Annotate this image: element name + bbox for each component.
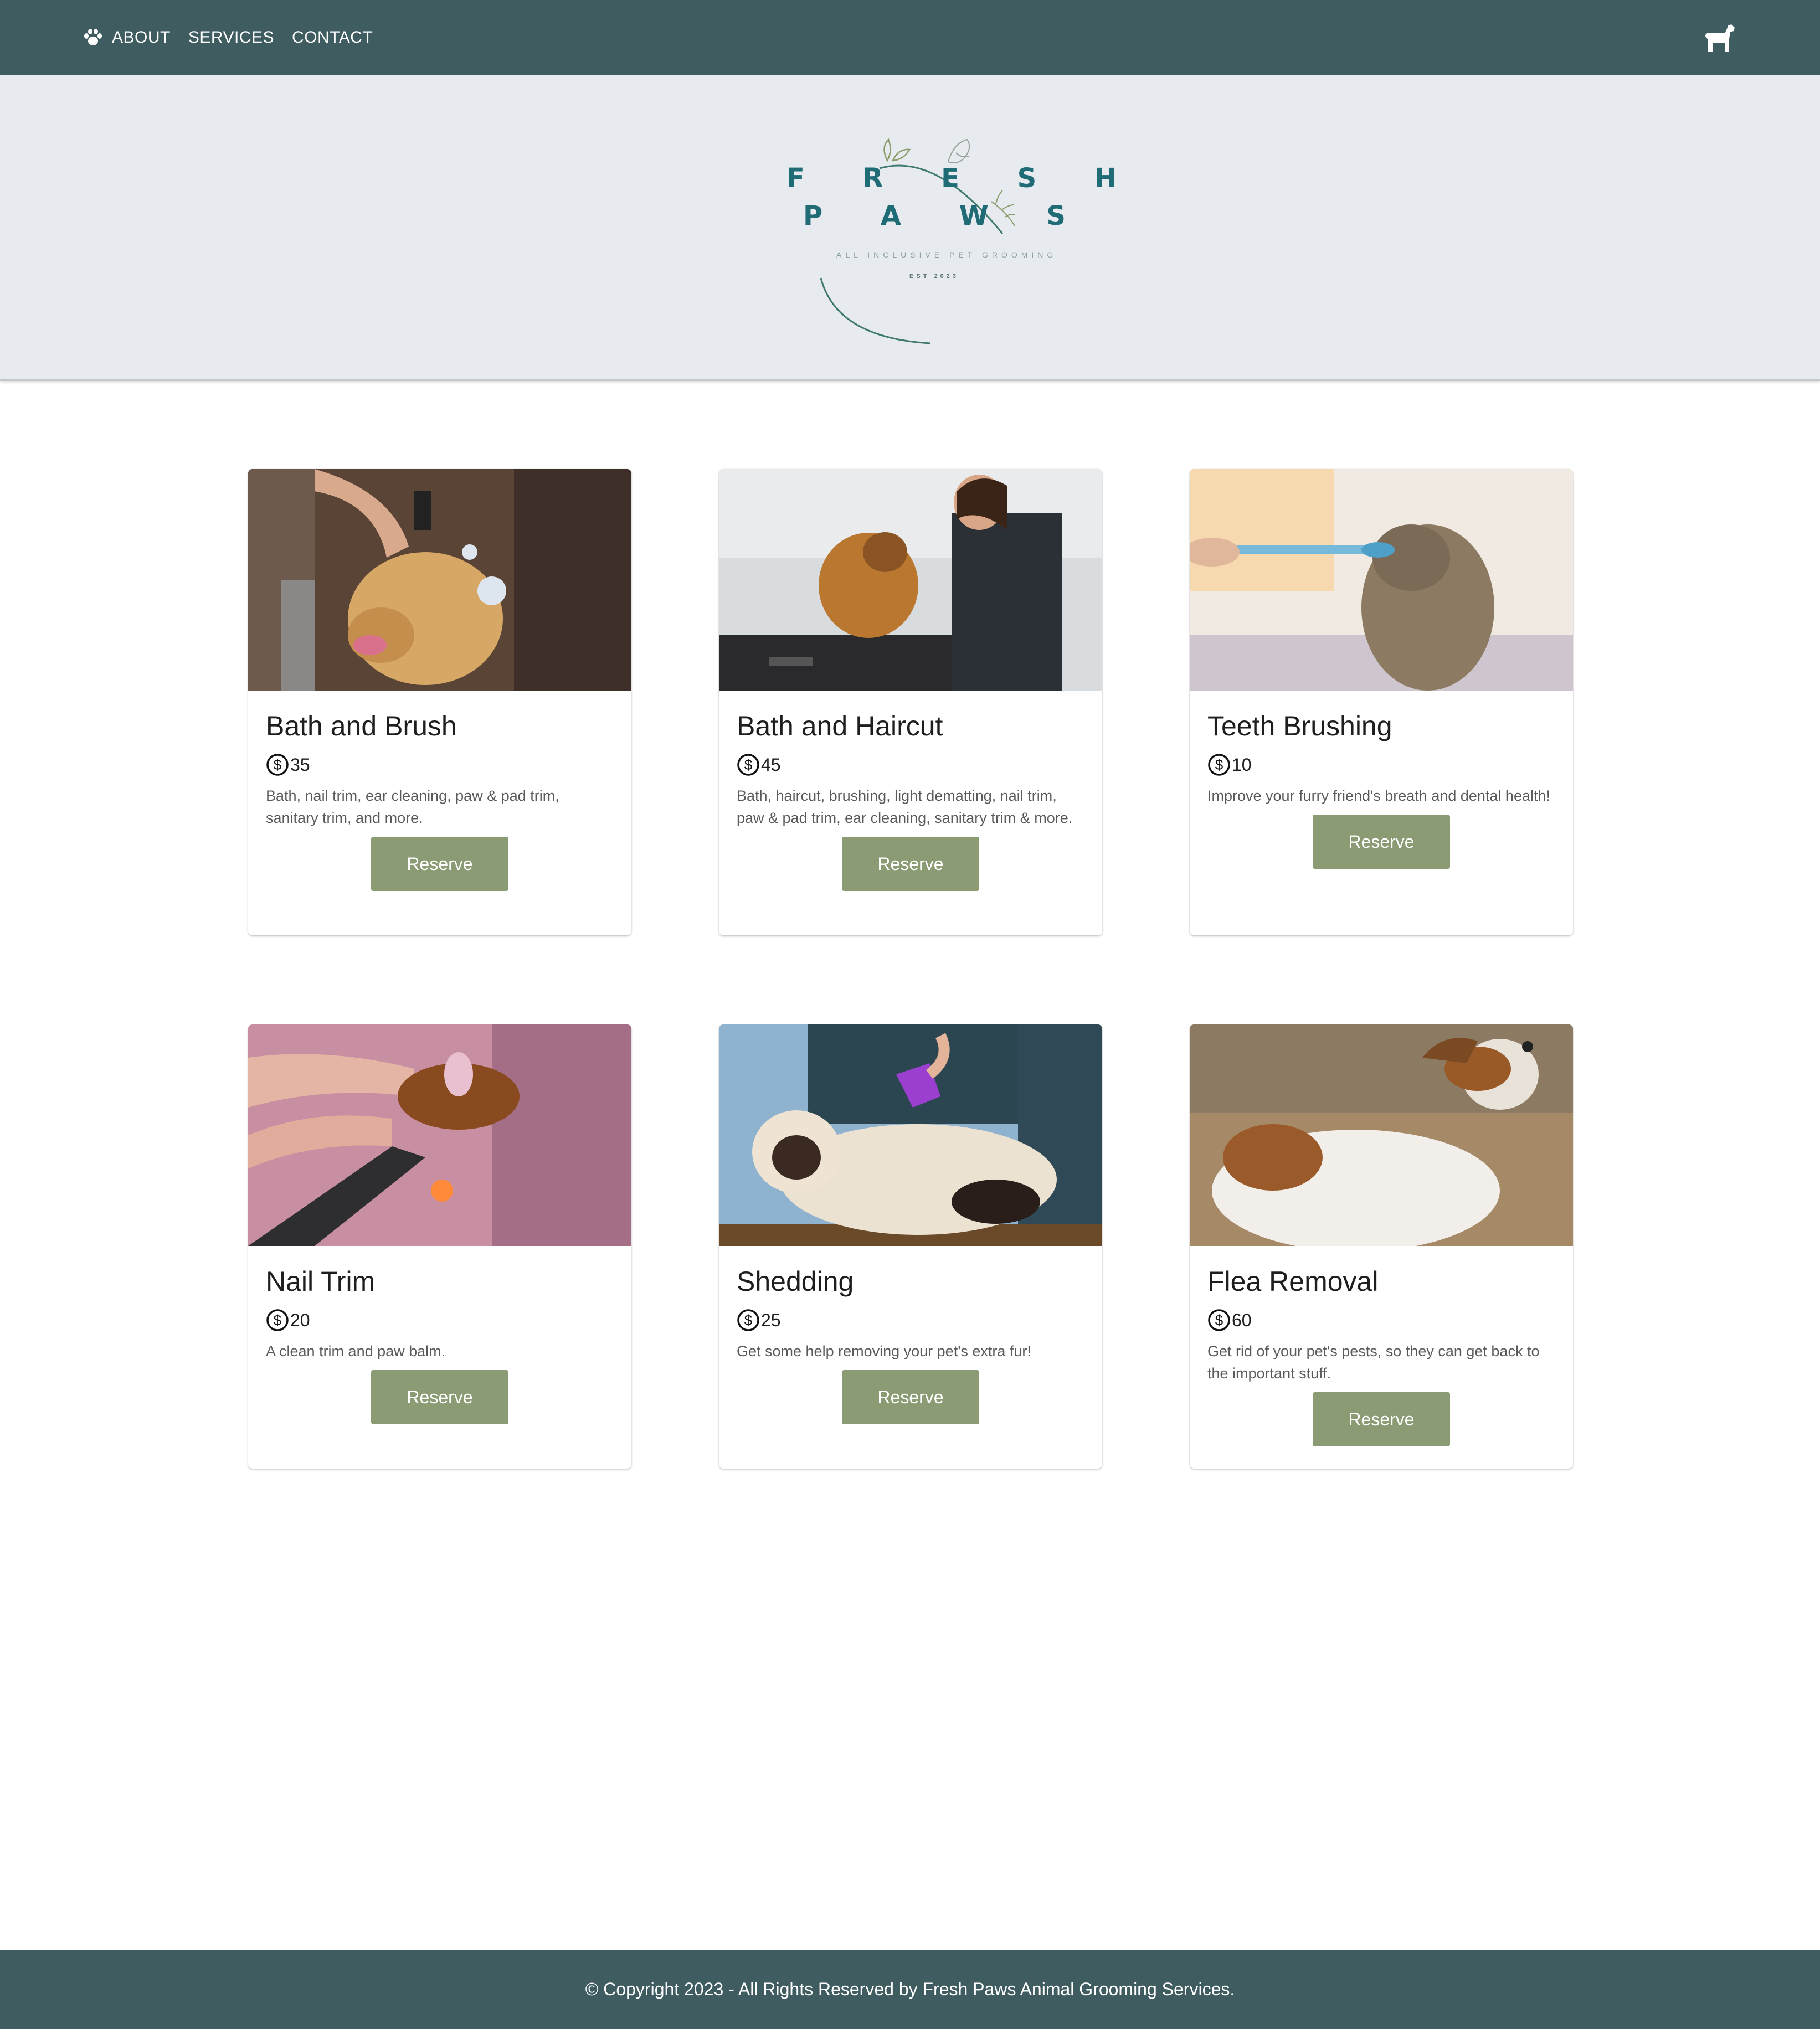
service-price: $ 45 — [737, 753, 1084, 777]
service-title: Bath and Brush — [266, 710, 457, 741]
price-value: 25 — [761, 1310, 781, 1330]
reserve-button[interactable]: Reserve — [1313, 1392, 1450, 1446]
service-price: $ 60 — [1207, 1308, 1555, 1332]
top-navbar: ABOUT SERVICES CONTACT — [0, 0, 1820, 75]
service-card-shedding: Shedding $ 25 Get some help removing you… — [719, 1024, 1102, 1469]
dollar-circle-icon: $ — [737, 754, 759, 776]
svg-text:$: $ — [1215, 1312, 1223, 1328]
service-price: $ 25 — [737, 1308, 1084, 1332]
service-price: $ 20 — [266, 1308, 614, 1332]
logo-word-paws: P A W S — [803, 200, 1090, 231]
paw-icon — [84, 29, 102, 45]
price-value: 60 — [1232, 1310, 1252, 1330]
nav-services-link[interactable]: SERVICES — [188, 28, 274, 47]
dollar-circle-icon: $ — [1208, 1309, 1230, 1331]
nav-links: ABOUT SERVICES CONTACT — [83, 0, 390, 75]
dog-icon[interactable] — [1703, 23, 1736, 54]
price-value: 45 — [761, 754, 781, 775]
service-price: $ 35 — [266, 753, 614, 777]
price-value: 20 — [290, 1310, 310, 1330]
page-footer: © Copyright 2023 - All Rights Reserved b… — [0, 1950, 1820, 2029]
service-description: Bath, nail trim, ear cleaning, paw & pad… — [266, 787, 559, 826]
svg-text:$: $ — [274, 1312, 282, 1328]
service-card-nail-trim: Nail Trim $ 20 A clean trim and paw balm… — [248, 1024, 631, 1469]
dollar-circle-icon: $ — [266, 1309, 289, 1331]
service-description: Get rid of your pet's pests, so they can… — [1207, 1343, 1540, 1382]
dog-bath-photo — [248, 469, 631, 691]
service-description: Get some help removing your pet's extra … — [737, 1343, 1031, 1359]
dollar-circle-icon: $ — [266, 754, 289, 776]
copyright-text: © Copyright 2023 - All Rights Reserved b… — [585, 1979, 1235, 1999]
logo-established: EST 2023 — [909, 273, 959, 280]
dollar-circle-icon: $ — [1208, 754, 1230, 776]
service-title: Shedding — [737, 1266, 854, 1297]
service-card-teeth-brushing: Teeth Brushing $ 10 Improve your furry f… — [1190, 469, 1573, 935]
service-title: Bath and Haircut — [737, 710, 943, 741]
service-card-bath-haircut: Bath and Haircut $ 45 Bath, haircut, bru… — [719, 469, 1102, 935]
card-body: Nail Trim $ 20 A clean trim and paw balm… — [248, 1246, 631, 1424]
card-body: Bath and Haircut $ 45 Bath, haircut, bru… — [719, 691, 1102, 891]
reserve-button[interactable]: Reserve — [842, 1370, 979, 1424]
card-body: Flea Removal $ 60 Get rid of your pet's … — [1190, 1246, 1573, 1446]
svg-text:$: $ — [274, 756, 282, 773]
service-card-flea-removal: Flea Removal $ 60 Get rid of your pet's … — [1190, 1024, 1573, 1469]
nav-about-link[interactable]: ABOUT — [112, 28, 171, 47]
cat-shedding-photo — [719, 1024, 1102, 1246]
service-price: $ 10 — [1207, 753, 1555, 777]
service-title: Teeth Brushing — [1207, 710, 1392, 741]
reserve-button[interactable]: Reserve — [371, 1370, 508, 1424]
service-title: Nail Trim — [266, 1266, 376, 1297]
service-title: Flea Removal — [1207, 1266, 1379, 1297]
price-value: 35 — [290, 754, 310, 775]
logo-word-fresh: F R E S H — [786, 163, 1142, 194]
service-description: Bath, haircut, brushing, light dematting… — [737, 787, 1073, 826]
price-value: 10 — [1232, 754, 1252, 775]
fresh-paws-logo — [820, 138, 1015, 344]
reserve-button[interactable]: Reserve — [371, 837, 508, 891]
reserve-button[interactable]: Reserve — [842, 837, 979, 891]
card-body: Shedding $ 25 Get some help removing you… — [719, 1246, 1102, 1424]
service-description: A clean trim and paw balm. — [266, 1343, 446, 1359]
svg-text:$: $ — [744, 1312, 753, 1328]
reserve-button[interactable]: Reserve — [1313, 815, 1450, 869]
logo-tagline: ALL INCLUSIVE PET GROOMING — [836, 250, 1057, 259]
dog-haircut-photo — [719, 469, 1102, 691]
nav-contact-link[interactable]: CONTACT — [292, 28, 373, 47]
service-description: Improve your furry friend's breath and d… — [1207, 787, 1550, 804]
card-body: Teeth Brushing $ 10 Improve your furry f… — [1190, 691, 1573, 869]
dollar-circle-icon: $ — [737, 1309, 759, 1331]
cat-toothbrush-photo — [1190, 469, 1573, 691]
card-body: Bath and Brush $ 35 Bath, nail trim, ear… — [248, 691, 631, 891]
service-card-bath-brush: Bath and Brush $ 35 Bath, nail trim, ear… — [248, 469, 631, 935]
svg-text:$: $ — [744, 756, 753, 773]
hero-banner: F R E S H P A W S ALL INCLUSIVE PET GROO… — [0, 75, 1820, 381]
svg-text:$: $ — [1215, 756, 1223, 773]
nail-trim-photo — [248, 1024, 631, 1246]
dog-scratching-photo — [1190, 1024, 1573, 1246]
